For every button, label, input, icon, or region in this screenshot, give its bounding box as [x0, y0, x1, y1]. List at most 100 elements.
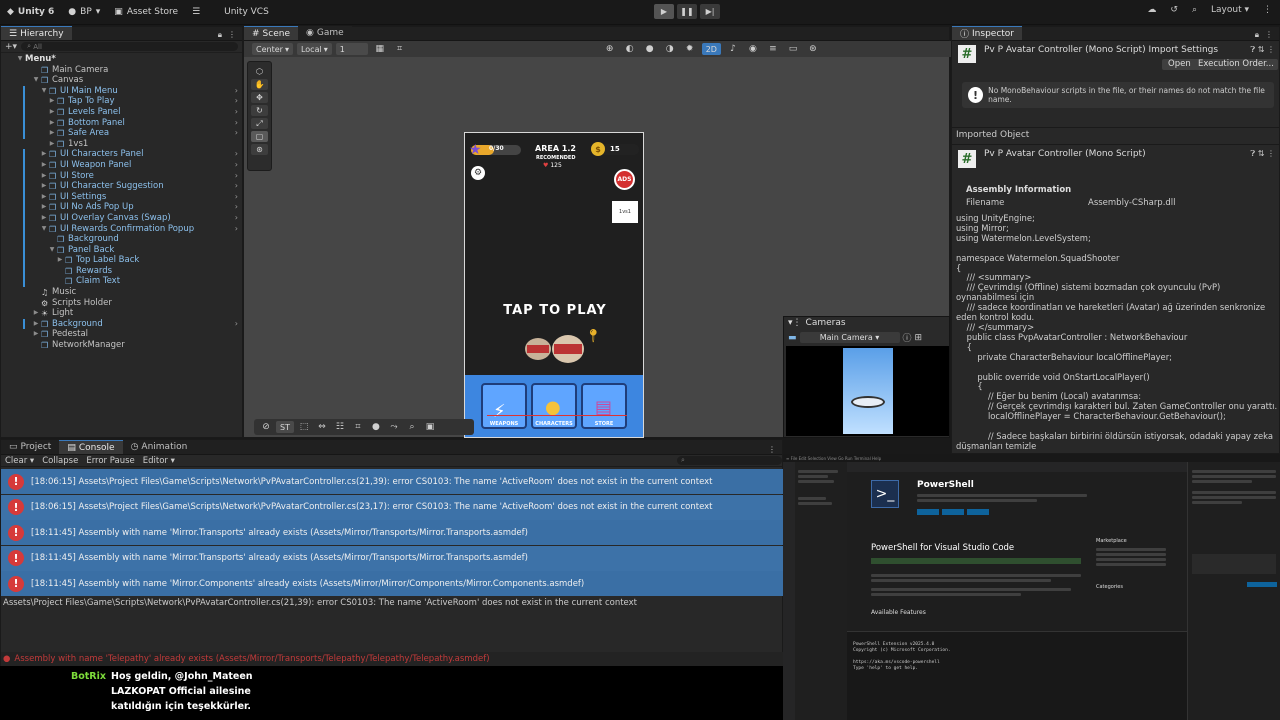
more-icon[interactable]: ⋮ — [1265, 30, 1273, 40]
console-search-input[interactable]: ⌕ — [677, 456, 782, 465]
hierarchy-row[interactable]: ❒ Rewards — [1, 265, 242, 277]
mode-2d-button[interactable]: 2D — [701, 43, 721, 55]
collapse-button[interactable]: Collapse — [42, 456, 78, 466]
brush-icon[interactable]: ⊘ — [258, 421, 274, 433]
hierarchy-row[interactable]: ▼ ❒ Canvas — [1, 75, 242, 86]
expanded-arrow-icon[interactable]: ▼ — [16, 54, 24, 65]
chevron-right-icon[interactable]: › — [235, 160, 238, 171]
more-icon[interactable]: ⋮ — [1263, 5, 1272, 15]
camera-icon[interactable]: ▭ — [785, 43, 801, 55]
expanded-arrow-icon[interactable]: ▼ — [32, 75, 40, 86]
history-icon[interactable]: ↺ — [1170, 5, 1178, 15]
expanded-arrow-icon[interactable]: ▼ — [40, 86, 48, 97]
hierarchy-row[interactable]: ⚙ Scripts Holder — [1, 298, 242, 309]
step-button[interactable]: ▶| — [700, 4, 720, 19]
hierarchy-row[interactable]: ▶ ☀ Light — [1, 308, 242, 319]
account-button[interactable]: ● BP ▾ — [61, 7, 107, 17]
space-dropdown[interactable]: Local ▾ — [296, 43, 332, 55]
tab-console[interactable]: ▤ Console — [59, 440, 123, 454]
expanded-arrow-icon[interactable]: ▼ — [40, 224, 48, 235]
drag-handle-icon[interactable]: ▾⋮ — [788, 318, 802, 328]
collapsed-arrow-icon[interactable]: ▶ — [32, 329, 40, 340]
switch-button[interactable] — [967, 509, 989, 515]
more-icon[interactable]: ⋮ — [228, 30, 236, 40]
status-bar[interactable]: ● Assembly with name 'Telepathy' already … — [1, 652, 784, 666]
chevron-right-icon[interactable]: › — [235, 107, 238, 118]
search-icon[interactable]: ⌕ — [1192, 5, 1197, 15]
tab-inspector[interactable]: ⓘ Inspector — [952, 26, 1022, 40]
tab-project[interactable]: ▭ Project — [1, 440, 60, 454]
collapsed-arrow-icon[interactable]: ▶ — [40, 213, 48, 224]
hierarchy-row[interactable]: ▼ ❒ UI Rewards Confirmation Popup › — [1, 223, 242, 235]
tab-scene[interactable]: # Scene — [244, 26, 298, 40]
console-row[interactable]: ! [18:06:15] Assets\Project Files\Game\Sc… — [1, 469, 784, 494]
hierarchy-row[interactable]: ▶ ❒ UI Store › — [1, 170, 242, 182]
hierarchy-row[interactable]: ▼ ❒ UI Main Menu › — [1, 85, 242, 97]
camera-select[interactable]: Main Camera ▾ — [799, 332, 900, 343]
collapsed-arrow-icon[interactable]: ▶ — [32, 319, 40, 330]
globe-icon[interactable]: ⊕ — [602, 43, 618, 55]
asset-store-button[interactable]: ▣ Asset Store — [107, 7, 185, 17]
console-row[interactable]: ! [18:11:45] Assembly with name 'Mirror.T… — [1, 520, 784, 545]
inspector-header-icons[interactable]: ❓︎ ⇅ ⋮ — [1250, 45, 1275, 55]
chevron-right-icon[interactable]: › — [235, 224, 238, 235]
hierarchy-row[interactable]: ▶ ❒ Bottom Panel › — [1, 117, 242, 129]
unity-menu[interactable]: ◆ Unity 6 — [0, 7, 61, 17]
hierarchy-row[interactable]: ▼ ❒ Panel Back — [1, 244, 242, 256]
wireframe-icon[interactable]: ◐ — [622, 43, 638, 55]
collapsed-arrow-icon[interactable]: ▶ — [40, 192, 48, 203]
hierarchy-row[interactable]: ❒ Background — [1, 234, 242, 245]
pause-button[interactable]: ❚❚ — [677, 4, 697, 19]
script-header-icons[interactable]: ❓︎ ⇅ ⋮ — [1250, 149, 1275, 159]
select-icon[interactable]: ⬚ — [296, 421, 312, 433]
layout-button[interactable]: Layout ▾ — [1211, 5, 1249, 15]
console-row[interactable]: ! [18:11:45] Assembly with name 'Mirror.T… — [1, 545, 784, 571]
chevron-right-icon[interactable]: › — [235, 171, 238, 182]
hierarchy-row[interactable]: ▶ ❒ UI No Ads Pop Up › — [1, 202, 242, 213]
chevron-right-icon[interactable]: › — [235, 202, 238, 213]
no-ads-button[interactable]: ADS — [614, 169, 635, 190]
sphere-icon[interactable]: ● — [368, 421, 384, 433]
shaded-icon[interactable]: ● — [642, 43, 658, 55]
hierarchy-row[interactable]: ▼ Menu* — [1, 54, 242, 65]
collapsed-arrow-icon[interactable]: ▶ — [48, 96, 56, 107]
lock-icon[interactable]: 🔒︎ — [218, 30, 222, 40]
settings-gear-icon[interactable]: ⚙ — [471, 166, 485, 180]
pivot-dropdown[interactable]: Center ▾ — [252, 43, 293, 55]
vcs-button[interactable]: Unity VCS — [217, 7, 276, 17]
expanded-arrow-icon[interactable]: ▼ — [48, 245, 56, 256]
collapsed-arrow-icon[interactable]: ▶ — [48, 107, 56, 118]
tab-animation[interactable]: ◷ Animation — [122, 440, 196, 454]
align-icon[interactable]: ⇔ — [314, 421, 330, 433]
screen-icon[interactable]: ▣ — [422, 421, 438, 433]
hierarchy-search-input[interactable]: ⌕ All — [21, 42, 238, 51]
hierarchy-row[interactable]: ▶ ❒ UI Character Suggestion › — [1, 181, 242, 192]
path-icon[interactable]: ⤳ — [386, 421, 402, 433]
hierarchy-row[interactable]: ▶ ❒ 1vs1 — [1, 139, 242, 150]
grid-icon[interactable]: ▦ — [372, 43, 388, 55]
layers-menu-button[interactable]: ☰ — [185, 7, 207, 17]
tab-game[interactable]: ◉ Game — [298, 26, 352, 40]
collapsed-arrow-icon[interactable]: ▶ — [40, 171, 48, 182]
uninstall-button[interactable] — [942, 509, 964, 515]
chevron-right-icon[interactable]: › — [235, 149, 238, 160]
enable-button[interactable] — [917, 509, 939, 515]
pvp-button[interactable]: 1vs1 — [612, 201, 638, 223]
move-tool-icon[interactable]: ✥ — [251, 92, 268, 103]
chevron-right-icon[interactable]: › — [235, 213, 238, 224]
collapsed-arrow-icon[interactable]: ▶ — [48, 128, 56, 139]
hierarchy-row[interactable]: ▶ ❒ Safe Area › — [1, 128, 242, 139]
hierarchy-row[interactable]: ▶ ❒ UI Characters Panel › — [1, 149, 242, 160]
hand-tool-icon[interactable]: ✋ — [251, 79, 268, 90]
hierarchy-row[interactable]: ❒ NetworkManager — [1, 340, 242, 351]
layers-icon[interactable]: ≡ — [765, 43, 781, 55]
snap-field[interactable]: 1 — [335, 43, 368, 55]
zoom-icon[interactable]: ⌕ — [404, 421, 420, 433]
hierarchy-row[interactable]: ♫ Music — [1, 287, 242, 298]
error-pause-button[interactable]: Error Pause — [86, 456, 134, 466]
add-icon[interactable]: +▾ — [5, 42, 17, 52]
play-button[interactable]: ▶ — [654, 4, 674, 19]
more-icon[interactable]: ⋮ — [768, 445, 782, 454]
hierarchy-row[interactable]: ▶ ❒ Top Label Back — [1, 255, 242, 266]
hierarchy-row[interactable]: ▶ ❒ Background › — [1, 318, 242, 330]
